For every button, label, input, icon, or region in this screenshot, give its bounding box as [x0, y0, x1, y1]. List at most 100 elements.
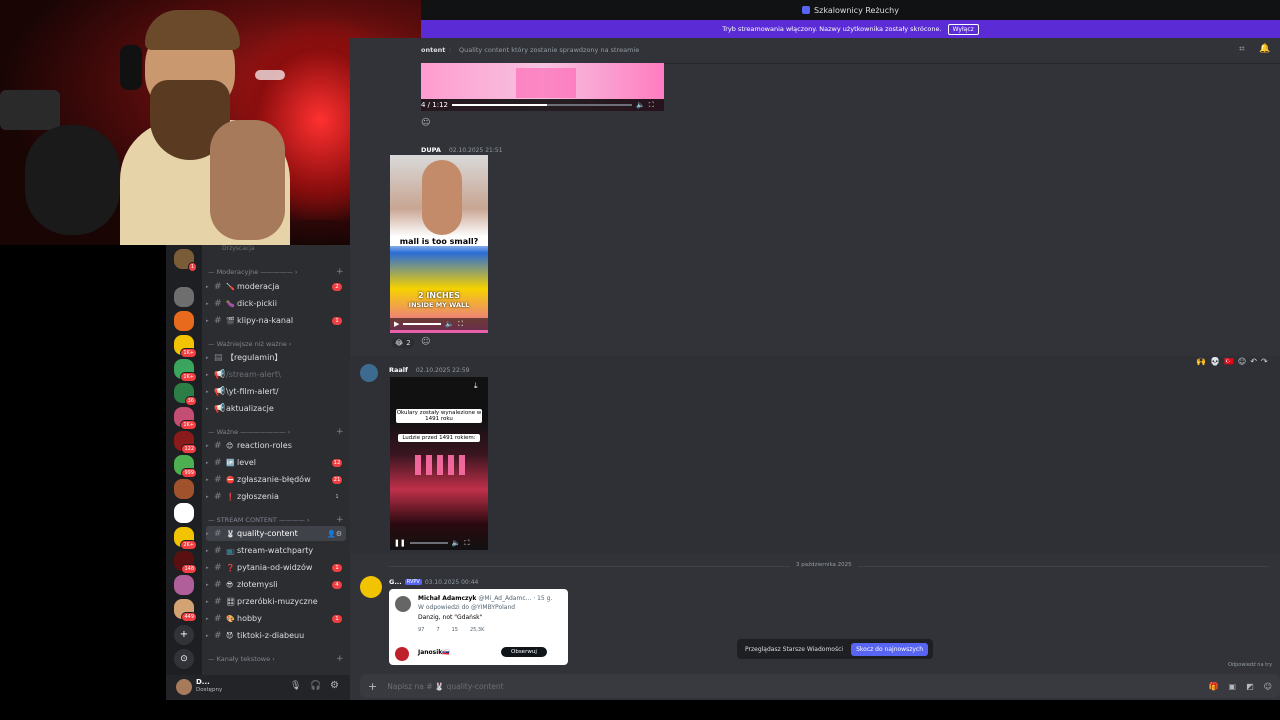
message-composer[interactable]: + Napisz na # 🐰 quality-content 🎁 ▣ ◩ ☺ [360, 674, 1280, 698]
video-player[interactable]: mall is too small? 2 INCHES INSIDE MY WA… [390, 155, 488, 333]
channel-yt-film-alert[interactable]: ▸ 📢 \yt-film-alert/ [206, 384, 346, 399]
gift-icon[interactable]: 🎁 [1209, 682, 1219, 691]
tweet-embed[interactable]: Michał Adamczyk @Mi_Ad_Adamc... · 15 g. … [389, 589, 568, 665]
follow-button[interactable]: Obserwuj [501, 647, 547, 657]
jump-to-present-button[interactable]: Skocz do najnowszych [851, 642, 928, 656]
channel-level[interactable]: ▸ # 🆙 level 12 [206, 455, 346, 470]
add-server-icon[interactable]: + [174, 625, 194, 645]
volume-icon[interactable]: 🔈 [636, 101, 645, 109]
server-logo-icon [802, 6, 811, 14]
username[interactable]: D... [196, 678, 210, 686]
avatar[interactable] [360, 576, 382, 598]
video-caption: Ludzie przed 1491 rokiem: [398, 434, 480, 442]
headphones-icon[interactable]: 🎧 [310, 681, 321, 691]
server-icon[interactable]: 1K+ [174, 407, 197, 430]
channel-list: Drzyscacja — Moderacyjne ————— › + ▸ # 🪛 mod… [202, 245, 350, 675]
channel-zlotemysli[interactable]: ▸ # 😎 złotemysli 4 [206, 577, 346, 592]
server-icon[interactable] [174, 479, 194, 499]
video-progress[interactable] [403, 323, 442, 325]
reaction-laugh[interactable]: 😂 2 [392, 338, 414, 348]
pause-icon[interactable]: ❚❚ [394, 539, 406, 547]
attach-plus-icon[interactable]: + [368, 680, 377, 693]
flag-emoji-icon[interactable]: 🇹🇷 [1224, 357, 1234, 366]
reply-icon[interactable]: ↶ [1250, 357, 1257, 366]
volume-icon[interactable]: 🔈 [445, 320, 454, 328]
microphone-icon[interactable]: 🎙 [290, 681, 301, 691]
channel-reaction-roles[interactable]: ▸ # 😊 reaction-roles [206, 438, 346, 453]
channel-klipy-na-kanal[interactable]: ▸ # 🎬 klipy-na-kanal 1 [206, 313, 346, 328]
play-icon[interactable]: ▶ [394, 320, 399, 328]
channel-przerobki-muzyczne[interactable]: ▸ # 🎛 przeróbki-muzyczne [206, 594, 346, 609]
video-player[interactable]: ⤓ Okulary zostały wynalezione w 1491 rok… [390, 377, 488, 550]
add-reaction-icon[interactable]: ☺ [421, 118, 430, 128]
video-player[interactable]: 4 / 1:12 🔈 ⛶ [421, 63, 664, 111]
server-icon[interactable] [174, 503, 194, 523]
channel-dick-pickii[interactable]: ▸ # 🍆 dick-pickii [206, 296, 346, 311]
reply-hint: Odpowiedź na try [1228, 662, 1273, 668]
server-icon[interactable]: 1K+ [174, 335, 197, 358]
category-header[interactable]: — Ważniejsze niż ważne › [208, 340, 291, 348]
channel-quality-content[interactable]: ▸ # 🐰 quality-content 👤⚙ [206, 526, 346, 541]
sticker-icon[interactable]: ◩ [1246, 682, 1254, 691]
settings-gear-icon[interactable]: ⚙ [330, 680, 339, 691]
reaction-emoji-icon[interactable]: 🙌 [1196, 357, 1206, 366]
add-channel-icon[interactable]: + [336, 267, 344, 277]
avatar[interactable] [360, 364, 378, 382]
fullscreen-icon[interactable]: ⛶ [464, 539, 469, 548]
server-icon[interactable]: 449 [174, 599, 197, 622]
channel-zglaszanie-bledow[interactable]: ▸ # ⛔ zgłaszanie-błędów 21 [206, 472, 346, 487]
video-progress[interactable] [409, 542, 448, 544]
channel-stream-alert[interactable]: ▸ 📢/stream-alert\ [206, 367, 346, 382]
explore-servers-icon[interactable]: ⊙ [174, 649, 194, 669]
download-icon[interactable]: ⤓ [474, 381, 478, 391]
add-reaction-icon[interactable]: ☺ [421, 337, 430, 347]
add-channel-icon[interactable]: + [336, 515, 344, 525]
server-icon[interactable]: 2K+ [174, 527, 197, 550]
add-reaction-icon[interactable]: ☺ [1238, 357, 1246, 366]
category-header[interactable]: — Ważne ——————— › + [208, 427, 344, 437]
server-icon[interactable]: 148 [174, 551, 197, 574]
add-channel-icon[interactable]: + [336, 427, 344, 437]
server-icon[interactable]: 36 [174, 383, 197, 406]
fullscreen-icon[interactable]: ⛶ [458, 320, 463, 329]
gif-icon[interactable]: ▣ [1229, 682, 1237, 691]
volume-icon[interactable]: 🔈 [452, 539, 461, 547]
author-name[interactable]: G... [389, 578, 402, 586]
disable-streamer-mode-button[interactable]: Wyłącz [947, 23, 979, 35]
notification-bell-icon[interactable]: 🔔 [1259, 44, 1270, 54]
channel-title: ontent [421, 46, 446, 54]
server-icon[interactable]: 1K+ [174, 359, 197, 382]
video-progress[interactable] [451, 104, 632, 106]
channel-moderacja[interactable]: ▸ # 🪛 moderacja 2 [206, 279, 346, 294]
tweet-text: Danzig, not "Gdańsk" [418, 614, 483, 621]
emoji-icon[interactable]: ☺ [1264, 682, 1272, 691]
channel-stream-watchparty[interactable]: ▸ # 📺 stream-watchparty [206, 543, 346, 558]
skull-emoji-icon[interactable]: 💀 [1210, 357, 1220, 366]
server-icon[interactable]: 999 [174, 455, 197, 478]
channel-regulamin[interactable]: ▸ ▤ 【regulamin】 [206, 350, 346, 365]
category-header[interactable]: — STREAM CONTENT ———— › + [208, 515, 344, 525]
server-icon[interactable] [174, 287, 194, 307]
channel-settings-icon[interactable]: 👤⚙ [327, 530, 342, 538]
server-icon[interactable] [174, 311, 194, 331]
forward-icon[interactable]: ↷ [1261, 357, 1268, 366]
channel-pytania-od-widzow[interactable]: ▸ # ❓ pytania-od-widzów 1 [206, 560, 346, 575]
fullscreen-icon[interactable]: ⛶ [649, 101, 654, 110]
channel-topic[interactable]: Quality content który zostanie sprawdzon… [459, 46, 639, 54]
channel-aktualizacje[interactable]: ▸ 📢 aktualizacje [206, 401, 346, 416]
category-header[interactable]: — Moderacyjne ————— › + [208, 267, 344, 277]
threads-icon[interactable]: ⌗ [1239, 44, 1245, 55]
channel-zgloszenia[interactable]: ▸ # ❗ zgłoszenia 1 [206, 489, 346, 504]
author-name[interactable]: DUPA [421, 146, 441, 154]
author-name[interactable]: Raalf [389, 366, 408, 374]
server-icon[interactable] [174, 575, 194, 595]
avatar[interactable] [176, 679, 192, 695]
add-channel-icon[interactable]: + [336, 654, 344, 664]
video-caption: INSIDE MY WALL [408, 301, 470, 309]
message-input[interactable]: Napisz na # 🐰 quality-content [387, 682, 503, 691]
channel-tiktoki-z-diabeuu[interactable]: ▸ # 😈 tiktoki-z-diabeuu [206, 628, 346, 643]
server-icon[interactable]: 1 [174, 249, 197, 272]
channel-hobby[interactable]: ▸ # 🎨 hobby 1 [206, 611, 346, 626]
category-header[interactable]: — Kanały tekstowe › + [208, 654, 344, 664]
server-icon[interactable]: 122 [174, 431, 197, 454]
